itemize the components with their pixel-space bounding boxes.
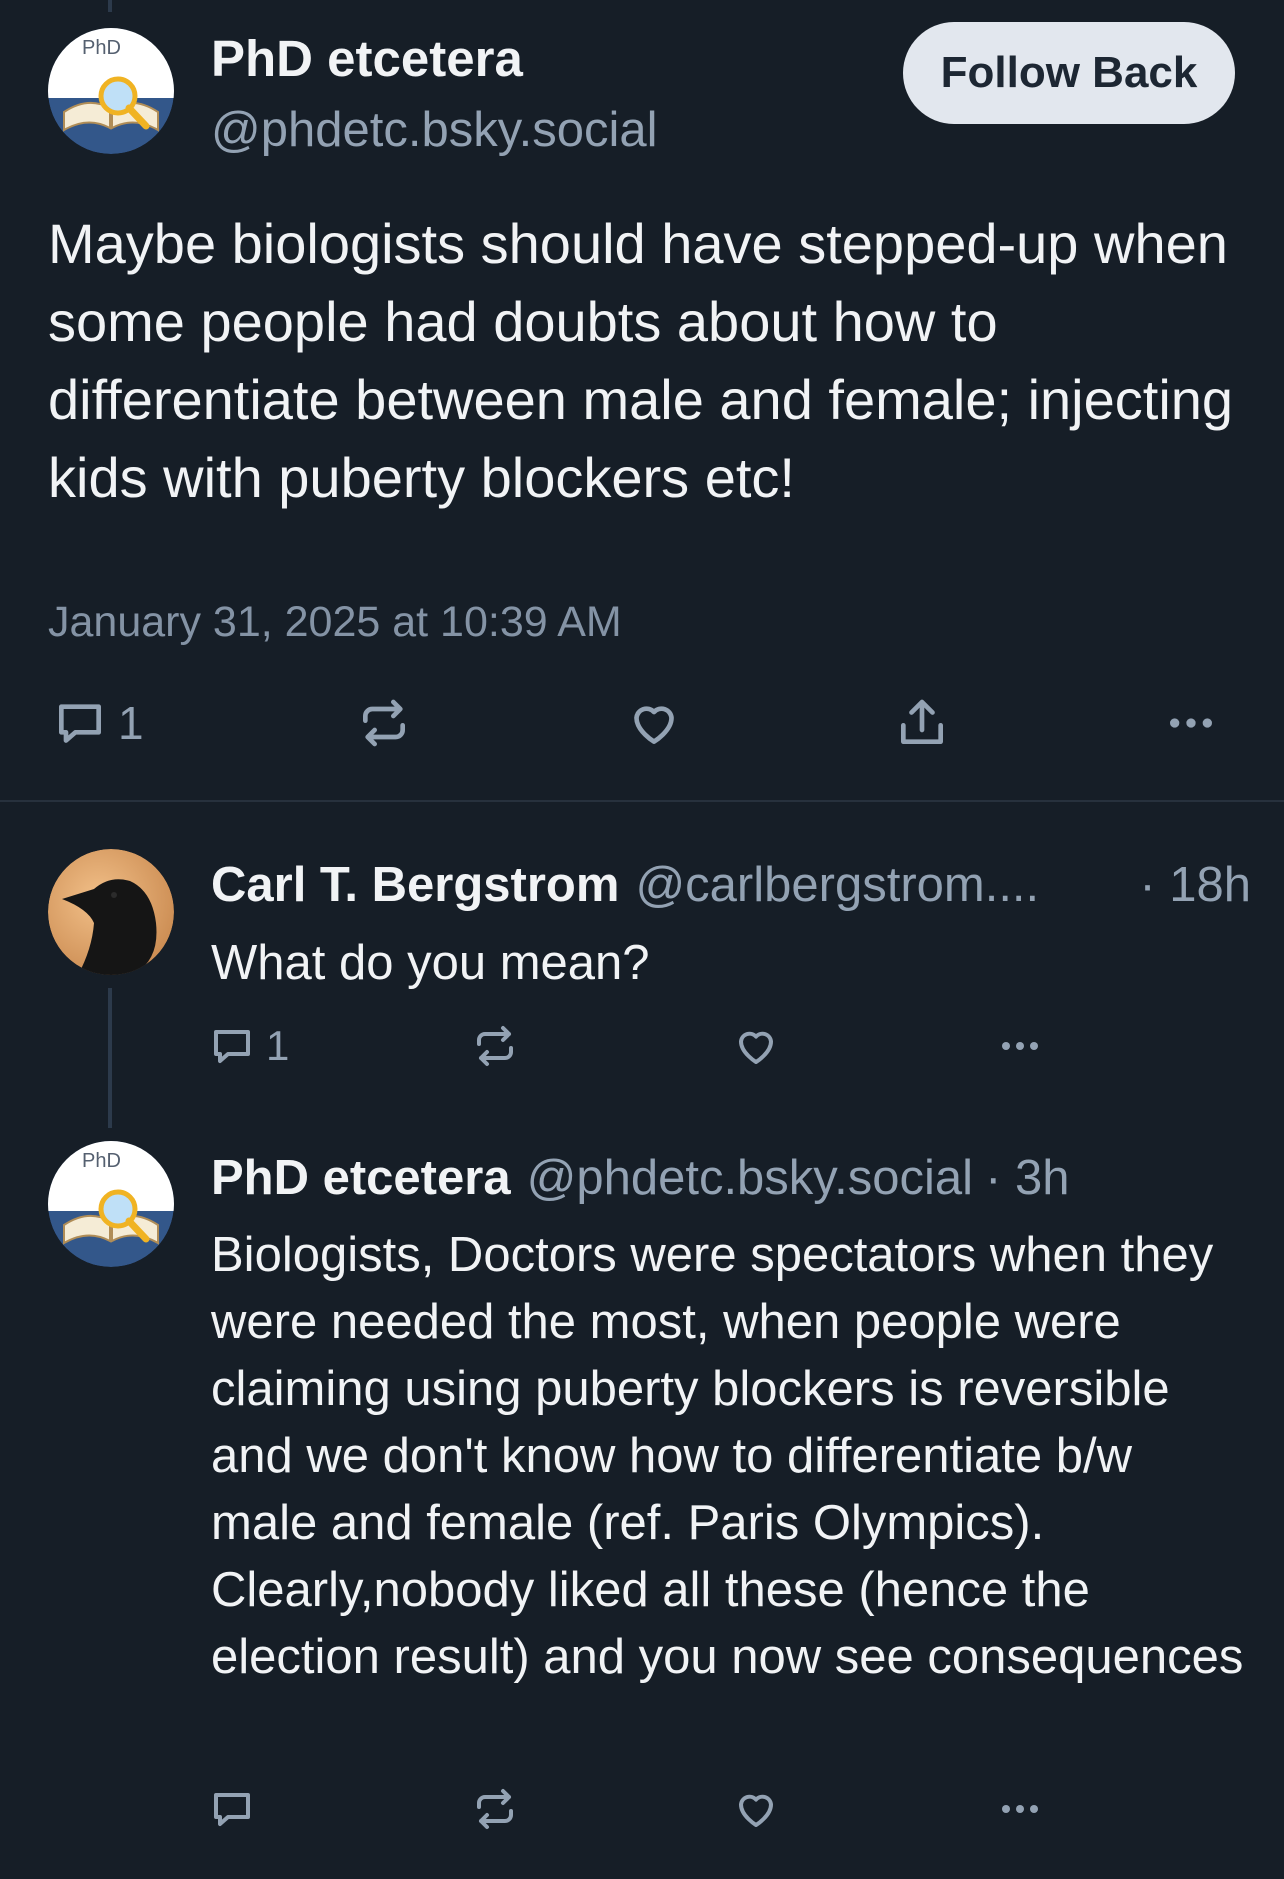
thread-connector-top: [108, 0, 112, 12]
like-button[interactable]: [730, 1022, 782, 1070]
like-icon: [634, 706, 674, 744]
repost-icon: [477, 1789, 513, 1829]
share-icon: [901, 699, 943, 744]
reply-count: 1: [266, 1022, 290, 1069]
repost-icon: [363, 699, 405, 747]
reply-author-name[interactable]: PhD etcetera: [211, 1148, 511, 1208]
post-text: Maybe biologists should have stepped-up …: [48, 212, 1234, 509]
avatar-carl-bergstrom[interactable]: [48, 849, 174, 975]
reply-header: Carl T. Bergstrom @carlbergstrom.... · 1…: [211, 855, 1251, 915]
follow-back-button[interactable]: Follow Back: [903, 22, 1235, 124]
comment-icon: [59, 704, 101, 743]
comment-icon: [214, 1793, 250, 1826]
post-timestamp: January 31, 2025 at 10:39 AM: [48, 598, 622, 646]
like-icon: [739, 1031, 773, 1064]
more-icon: [1002, 1805, 1038, 1813]
like-button[interactable]: [624, 695, 684, 751]
book-magnifier-logo: PhD: [48, 1141, 174, 1267]
reply-time: · 3h: [985, 1151, 1070, 1205]
thread-connector: [108, 988, 112, 1128]
avatar-phd-etcetera[interactable]: PhD: [48, 28, 174, 154]
author-handle[interactable]: @phdetc.bsky.social: [211, 100, 657, 160]
more-icon: [1002, 1042, 1038, 1050]
svg-text:PhD: PhD: [82, 37, 121, 59]
reply-author-handle[interactable]: @phdetc.bsky.social: [527, 1148, 973, 1208]
like-button[interactable]: [730, 1785, 782, 1833]
avatar-phd-etcetera[interactable]: PhD: [48, 1141, 174, 1267]
book-magnifier-logo: PhD: [48, 28, 174, 154]
reply-text: What do you mean?: [211, 936, 650, 990]
repost-button[interactable]: [471, 1785, 519, 1833]
reply-text: Biologists, Doctors were spectators when…: [211, 1228, 1244, 1684]
svg-text:PhD: PhD: [82, 1150, 121, 1172]
author-name[interactable]: PhD etcetera: [211, 28, 523, 90]
repost-button[interactable]: [471, 1022, 519, 1070]
reply-author-handle[interactable]: @carlbergstrom....: [635, 855, 1039, 915]
reply-header: PhD etcetera @phdetc.bsky.social · 3h: [211, 1148, 1251, 1208]
repost-button[interactable]: [356, 695, 412, 751]
more-options-button[interactable]: [1162, 695, 1220, 751]
reply-button[interactable]: 1: [208, 1022, 289, 1070]
post-divider: [0, 800, 1284, 802]
comment-icon: [214, 1030, 250, 1063]
reply-author-name[interactable]: Carl T. Bergstrom: [211, 855, 619, 915]
share-button[interactable]: [894, 695, 950, 751]
crow-avatar: [48, 849, 174, 975]
like-icon: [739, 1794, 773, 1827]
more-options-button[interactable]: [994, 1785, 1046, 1833]
repost-icon: [477, 1026, 513, 1066]
reply-button[interactable]: [208, 1785, 256, 1833]
reply-button[interactable]: 1: [52, 695, 144, 751]
more-icon: [1170, 718, 1212, 728]
reply-count: 1: [118, 697, 144, 749]
more-options-button[interactable]: [994, 1022, 1046, 1070]
reply-time: · 18h: [1139, 858, 1251, 912]
